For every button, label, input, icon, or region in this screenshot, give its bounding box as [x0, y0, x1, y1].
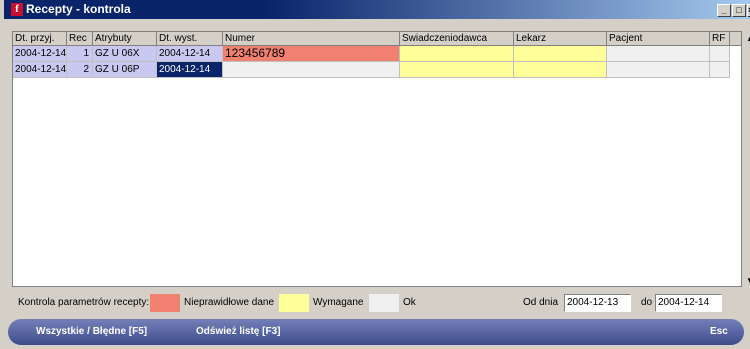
date-to-label: do [641, 297, 653, 308]
column-header-pacjent[interactable]: Pacjent [607, 32, 710, 46]
column-header-lekarz[interactable]: Lekarz [514, 32, 607, 46]
refresh-list-button[interactable]: Odśwież listę [F3] [196, 326, 280, 337]
cell-atrybuty[interactable]: GZ U 06X [93, 46, 157, 62]
legend-required-label: Wymagane [313, 297, 364, 308]
cell-swiadczeniodawca-required[interactable] [400, 62, 514, 78]
date-to-field[interactable]: 2004-12-14 [655, 294, 722, 312]
column-header-filler [730, 32, 741, 46]
main-window: f Recepty - kontrola _ □ × Dt. przyj. Re… [0, 0, 750, 349]
cell-dt-przyj[interactable]: 2004-12-14 [13, 46, 67, 62]
column-header-rec[interactable]: Rec [67, 32, 93, 46]
title-bar: f Recepty - kontrola _ □ × [4, 0, 750, 19]
cell-dt-wyst[interactable]: 2004-12-14 [157, 46, 223, 62]
recepty-grid[interactable]: Dt. przyj. Rec Atrybuty Dt. wyst. Numer … [12, 31, 742, 287]
legend-ok-swatch [369, 294, 399, 312]
vertical-scrollbar[interactable]: ▲ ▼ [744, 31, 750, 287]
column-header-dt-przyj[interactable]: Dt. przyj. [13, 32, 67, 46]
column-header-atrybuty[interactable]: Atrybuty [93, 32, 157, 46]
cell-lekarz-required[interactable] [514, 46, 607, 62]
action-bar: Wszystkie / Błędne [F5] Odśwież listę [F… [8, 319, 744, 345]
minimize-button[interactable]: _ [717, 4, 731, 17]
cell-rec[interactable]: 1 [67, 46, 93, 62]
cell-numer-invalid[interactable]: 123456789 [223, 46, 400, 62]
column-header-rf[interactable]: RF [710, 32, 730, 46]
scroll-up-icon[interactable]: ▲ [744, 33, 750, 45]
column-header-swiadczeniodawca[interactable]: Swiadczeniodawca [400, 32, 514, 46]
window-title: Recepty - kontrola [26, 2, 131, 16]
scroll-down-icon[interactable]: ▼ [744, 275, 750, 287]
legend-label: Kontrola parametrów recepty: [18, 297, 150, 308]
cell-rf[interactable] [710, 62, 730, 78]
toggle-all-errors-button[interactable]: Wszystkie / Błędne [F5] [36, 326, 147, 337]
legend-ok-label: Ok [403, 297, 416, 308]
cell-rec[interactable]: 2 [67, 62, 93, 78]
cell-dt-wyst-selected[interactable]: 2004-12-14 [157, 62, 223, 78]
date-from-label: Od dnia [523, 297, 559, 308]
cell-rf[interactable] [710, 46, 730, 62]
legend-required-swatch [279, 294, 309, 312]
date-from-field[interactable]: 2004-12-13 [564, 294, 631, 312]
legend-invalid-swatch [150, 294, 180, 312]
app-icon: f [11, 3, 23, 16]
maximize-button[interactable]: □ [732, 4, 746, 17]
column-header-dt-wyst[interactable]: Dt. wyst. [157, 32, 223, 46]
cell-pacjent-ok[interactable] [607, 62, 710, 78]
column-header-numer[interactable]: Numer [223, 32, 400, 46]
cell-swiadczeniodawca-required[interactable] [400, 46, 514, 62]
esc-button[interactable]: Esc [710, 326, 728, 337]
legend-bar: Kontrola parametrów recepty: Nieprawidło… [4, 294, 750, 314]
legend-invalid-label: Nieprawidłowe dane [184, 297, 275, 308]
cell-numer-ok[interactable] [223, 62, 400, 78]
cell-pacjent-ok[interactable] [607, 46, 710, 62]
cell-lekarz-required[interactable] [514, 62, 607, 78]
cell-dt-przyj[interactable]: 2004-12-14 [13, 62, 67, 78]
cell-atrybuty[interactable]: GZ U 06P [93, 62, 157, 78]
